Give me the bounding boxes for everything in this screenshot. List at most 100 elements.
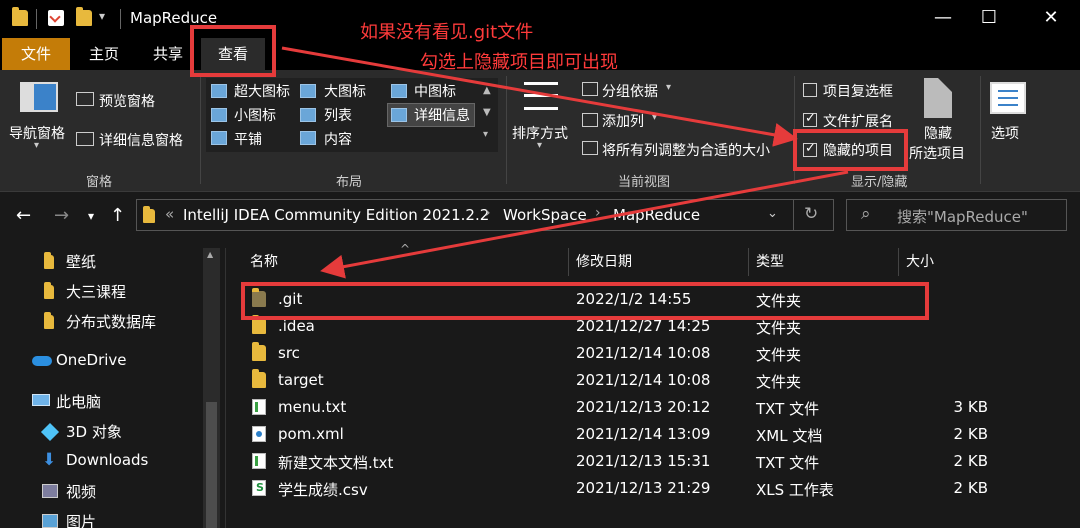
close-button[interactable]: ✕ [1028,0,1074,38]
layout-list[interactable]: 列表 [324,105,352,125]
group-label-panes: 窗格 [86,175,113,190]
file-type: TXT 文件 [756,400,820,418]
preview-pane-icon [76,92,94,106]
layout-medium-icons[interactable]: 中图标 [414,81,456,101]
nav-item-pictures[interactable]: 图片 [0,506,205,528]
breadcrumb-workspace[interactable]: WorkSpace [503,206,587,224]
chevron-down-icon: ▾ [537,140,543,151]
folder-icon [44,282,54,299]
up-arrow-icon[interactable]: ↑ [110,189,125,243]
nav-item-downloads[interactable]: ⬇ Downloads [0,446,205,476]
column-header-name[interactable]: 名称 [250,248,566,276]
table-row[interactable]: menu.txt 2021/12/13 20:12 TXT 文件 3 KB [240,394,1000,421]
chevron-down-icon: ▾ [666,82,672,93]
table-row[interactable]: src 2021/12/14 10:08 文件夹 [240,340,1000,367]
new-folder-icon[interactable] [76,7,92,26]
maximize-button[interactable]: ☐ [966,0,1012,38]
column-header-size[interactable]: 大小 [906,248,996,276]
divider [898,248,899,276]
properties-icon[interactable] [48,10,64,26]
tab-file[interactable]: 文件 [2,38,70,70]
refresh-icon[interactable]: ↻ [804,204,818,224]
list-icon [300,108,316,122]
column-header-date[interactable]: 修改日期 [576,248,746,276]
file-size: 3 KB [953,398,988,416]
breadcrumb-intellij[interactable]: IntelliJ IDEA Community Edition 2021.2.2 [183,206,489,224]
minimize-button[interactable]: — [920,0,966,38]
small-icons-icon [211,108,227,122]
overflow-crumb[interactable]: « [165,205,174,223]
nav-item-this-pc[interactable]: 此电脑 [0,386,205,416]
tab-share[interactable]: 共享 [140,38,196,70]
chevron-down-icon: ▾ [34,140,40,151]
layout-extra-large-icons[interactable]: 超大图标 [234,81,290,101]
nav-scrollbar-thumb[interactable] [206,402,217,528]
layout-small-icons[interactable]: 小图标 [234,105,276,125]
chevron-down-icon[interactable]: ⌄ [767,206,778,221]
folder-icon [143,206,155,223]
annotation-box-hidden-items [793,129,908,171]
nav-item-onedrive[interactable]: OneDrive [0,346,205,376]
divider [120,9,121,29]
nav-item-label: OneDrive [56,351,127,369]
nav-item-3d-objects[interactable]: 3D 对象 [0,416,205,446]
file-name: menu.txt [278,398,347,416]
recent-locations-chevron-icon[interactable]: ▾ [88,189,94,243]
nav-item-label: 图片 [66,513,97,528]
divider [568,248,569,276]
medium-icons-icon [391,84,407,98]
item-checkboxes-checkbox[interactable] [803,83,817,97]
table-row[interactable]: target 2021/12/14 10:08 文件夹 [240,367,1000,394]
nav-item-wallpaper[interactable]: 壁纸 [0,246,205,276]
title-bar: ▾ MapReduce — ☐ ✕ [0,0,1080,38]
layout-content[interactable]: 内容 [324,129,352,149]
file-extensions-checkbox[interactable] [803,111,817,127]
address-bar[interactable]: « IntelliJ IDEA Community Edition 2021.2… [136,199,834,231]
options-icon [990,82,1026,114]
annotation-text-1: 如果没有看见.git文件 [360,22,534,43]
file-date: 2021/12/14 10:08 [576,371,711,389]
layout-details[interactable]: 详细信息 [414,105,470,125]
gallery-scroll-icon[interactable]: ▲ ▼ ▾ [483,80,491,146]
table-row[interactable]: 新建文本文档.txt 2021/12/13 15:31 TXT 文件 2 KB [240,448,1000,475]
nav-item-videos[interactable]: 视频 [0,476,205,506]
add-columns-button[interactable]: 添加列 [602,111,644,131]
size-all-columns-button[interactable]: 将所有列调整为合适的大小 [602,140,770,160]
layout-large-icons[interactable]: 大图标 [324,81,366,101]
chevron-right-icon: › [485,205,491,221]
group-label-current-view: 当前视图 [618,175,671,190]
nav-scrollbar[interactable]: ▲ [203,248,220,528]
back-arrow-icon[interactable]: ← [16,189,31,243]
column-header-type[interactable]: 类型 [756,248,896,276]
file-type: XLS 工作表 [756,481,834,499]
table-row[interactable]: pom.xml 2021/12/14 13:09 XML 文档 2 KB [240,421,1000,448]
nav-item-distributed-db[interactable]: 分布式数据库 [0,306,205,336]
search-box[interactable]: ⌕ 搜索"MapReduce" [846,199,1067,231]
file-date: 2021/12/14 10:08 [576,344,711,362]
forward-arrow-icon[interactable]: → [54,189,69,243]
chevron-right-icon: › [595,205,601,221]
file-type: 文件夹 [756,346,802,364]
options-button[interactable]: 选项 [991,123,1019,143]
nav-item-label: 视频 [66,483,97,501]
xls-file-icon [252,480,266,496]
annotation-text-2: 勾选上隐藏项目即可出现 [420,52,618,73]
file-size: 2 KB [953,479,988,497]
divider [980,76,981,184]
layout-tiles[interactable]: 平铺 [234,129,262,149]
nav-item-label: 大三课程 [66,283,127,301]
hide-selected-label-1[interactable]: 隐藏 [924,123,952,143]
tab-home[interactable]: 主页 [78,38,130,70]
group-by-button[interactable]: 分组依据 [602,81,658,101]
cloud-icon [32,356,52,366]
group-by-icon [582,82,598,96]
navigation-pane-icon [20,82,58,112]
details-pane-button[interactable]: 详细信息窗格 [99,130,183,150]
nav-item-junior-courses[interactable]: 大三课程 [0,276,205,306]
hide-selected-label-2[interactable]: 所选项目 [909,143,965,163]
breadcrumb-mapreduce[interactable]: MapReduce [613,206,700,224]
table-row[interactable]: 学生成绩.csv 2021/12/13 21:29 XLS 工作表 2 KB [240,475,1000,502]
preview-pane-button[interactable]: 预览窗格 [99,91,155,111]
chevron-down-icon[interactable]: ▾ [99,9,105,23]
video-icon [42,484,58,498]
